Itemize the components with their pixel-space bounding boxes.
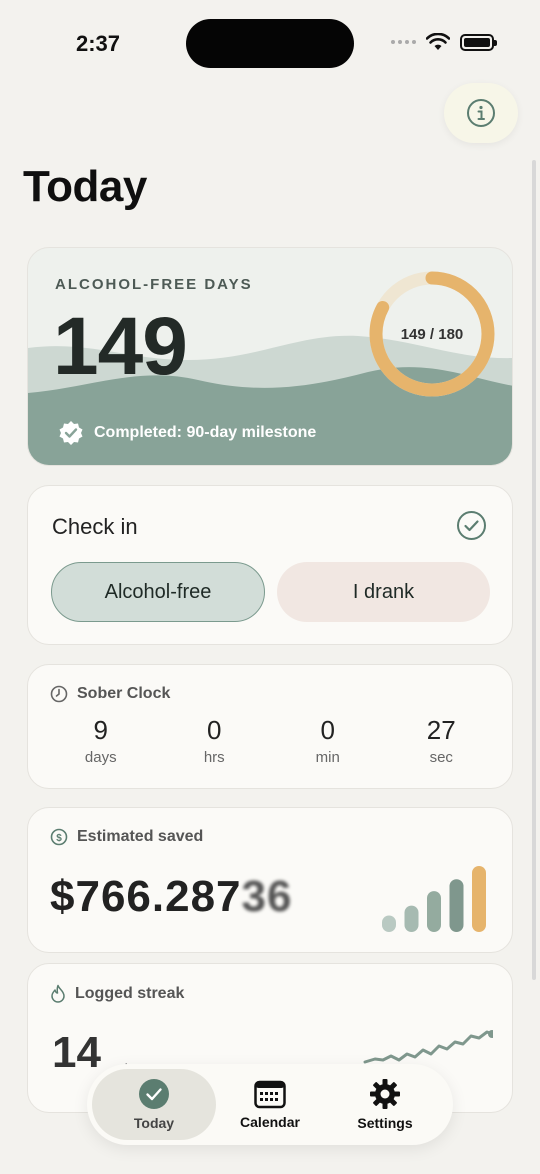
sober-clock-card: Sober Clock 9 days 0 hrs 0 min 27 sec bbox=[27, 664, 513, 789]
gear-icon bbox=[370, 1079, 400, 1109]
saved-amount-tail: 36 bbox=[241, 872, 293, 921]
saved-amount-main: $766.287 bbox=[50, 872, 242, 921]
status-icons bbox=[391, 33, 497, 51]
milestone-banner: Completed: 90-day milestone bbox=[58, 420, 316, 446]
tab-today-label: Today bbox=[133, 1115, 175, 1131]
milestone-text: Completed: 90-day milestone bbox=[94, 424, 317, 441]
sober-clock-header: Sober Clock bbox=[50, 685, 170, 703]
savings-bar bbox=[449, 879, 464, 932]
info-icon bbox=[467, 99, 495, 127]
clock-label: min bbox=[315, 749, 340, 766]
flame-icon bbox=[51, 984, 65, 1003]
savings-bar bbox=[427, 891, 441, 932]
savings-bar bbox=[382, 915, 396, 932]
clock-unit-days: 9 days bbox=[44, 715, 158, 766]
streak-sparkline bbox=[363, 1030, 493, 1064]
streak-count: 14 bbox=[52, 1028, 101, 1077]
tab-bar: Today Calendar Settings bbox=[87, 1064, 453, 1145]
dollar-circle-icon: $ bbox=[50, 828, 68, 846]
tab-settings[interactable]: Settings bbox=[327, 1069, 443, 1140]
clock-label: days bbox=[84, 749, 117, 766]
clock-value: 0 bbox=[320, 715, 335, 745]
hero-label: ALCOHOL-FREE DAYS bbox=[55, 276, 253, 293]
clock-units: 9 days 0 hrs 0 min 27 sec bbox=[44, 715, 498, 766]
estimated-saved-card: $ Estimated saved $766.28736 bbox=[27, 807, 513, 953]
sober-clock-title: Sober Clock bbox=[77, 685, 171, 702]
signal-icon bbox=[391, 40, 416, 44]
alcohol-free-button[interactable]: Alcohol-free bbox=[51, 562, 265, 622]
clock-unit-sec: 27 sec bbox=[385, 715, 499, 766]
checkmark-circle-icon bbox=[139, 1079, 169, 1109]
clock-label: hrs bbox=[203, 749, 225, 766]
timer-icon bbox=[50, 685, 68, 703]
svg-text:$: $ bbox=[56, 833, 62, 844]
saved-header: $ Estimated saved bbox=[50, 828, 203, 846]
days-count: 149 bbox=[53, 301, 188, 392]
verified-badge-icon bbox=[59, 421, 83, 445]
status-time: 2:37 bbox=[76, 31, 121, 56]
saved-amount: $766.28736 bbox=[50, 872, 292, 922]
alcohol-free-days-card: ALCOHOL-FREE DAYS 149 149 / 180 Complete… bbox=[27, 247, 513, 466]
clock-value: 27 bbox=[426, 715, 456, 745]
savings-bar-chart bbox=[382, 866, 486, 932]
clock-value: 0 bbox=[207, 715, 222, 745]
tab-today[interactable]: Today bbox=[92, 1069, 216, 1140]
info-button[interactable] bbox=[444, 83, 518, 143]
check-circle-icon bbox=[457, 511, 486, 540]
scroll-indicator[interactable] bbox=[532, 160, 536, 980]
wifi-icon bbox=[426, 33, 450, 50]
battery-icon bbox=[460, 33, 497, 51]
clock-unit-min: 0 min bbox=[271, 715, 385, 766]
tab-calendar-label: Calendar bbox=[240, 1114, 300, 1130]
streak-header: Logged streak bbox=[50, 984, 184, 1003]
status-bar: 2:37 bbox=[0, 0, 540, 90]
page-title: Today bbox=[23, 162, 147, 211]
i-drank-button[interactable]: I drank bbox=[277, 562, 490, 622]
progress-text: 149 / 180 bbox=[400, 325, 464, 343]
tab-settings-label: Settings bbox=[357, 1115, 413, 1131]
clock-unit-hrs: 0 hrs bbox=[158, 715, 272, 766]
clock-value: 9 bbox=[93, 715, 108, 745]
dynamic-island bbox=[186, 19, 354, 68]
clock-label: sec bbox=[429, 749, 453, 766]
savings-bar bbox=[472, 866, 486, 932]
check-in-card: Check in Alcohol-free I drank bbox=[27, 485, 513, 645]
calendar-icon bbox=[254, 1080, 286, 1109]
tab-calendar[interactable]: Calendar bbox=[210, 1069, 330, 1140]
saved-title: Estimated saved bbox=[77, 828, 204, 845]
streak-title: Logged streak bbox=[75, 984, 185, 1002]
savings-bar bbox=[404, 905, 419, 932]
check-in-title: Check in bbox=[52, 514, 138, 539]
